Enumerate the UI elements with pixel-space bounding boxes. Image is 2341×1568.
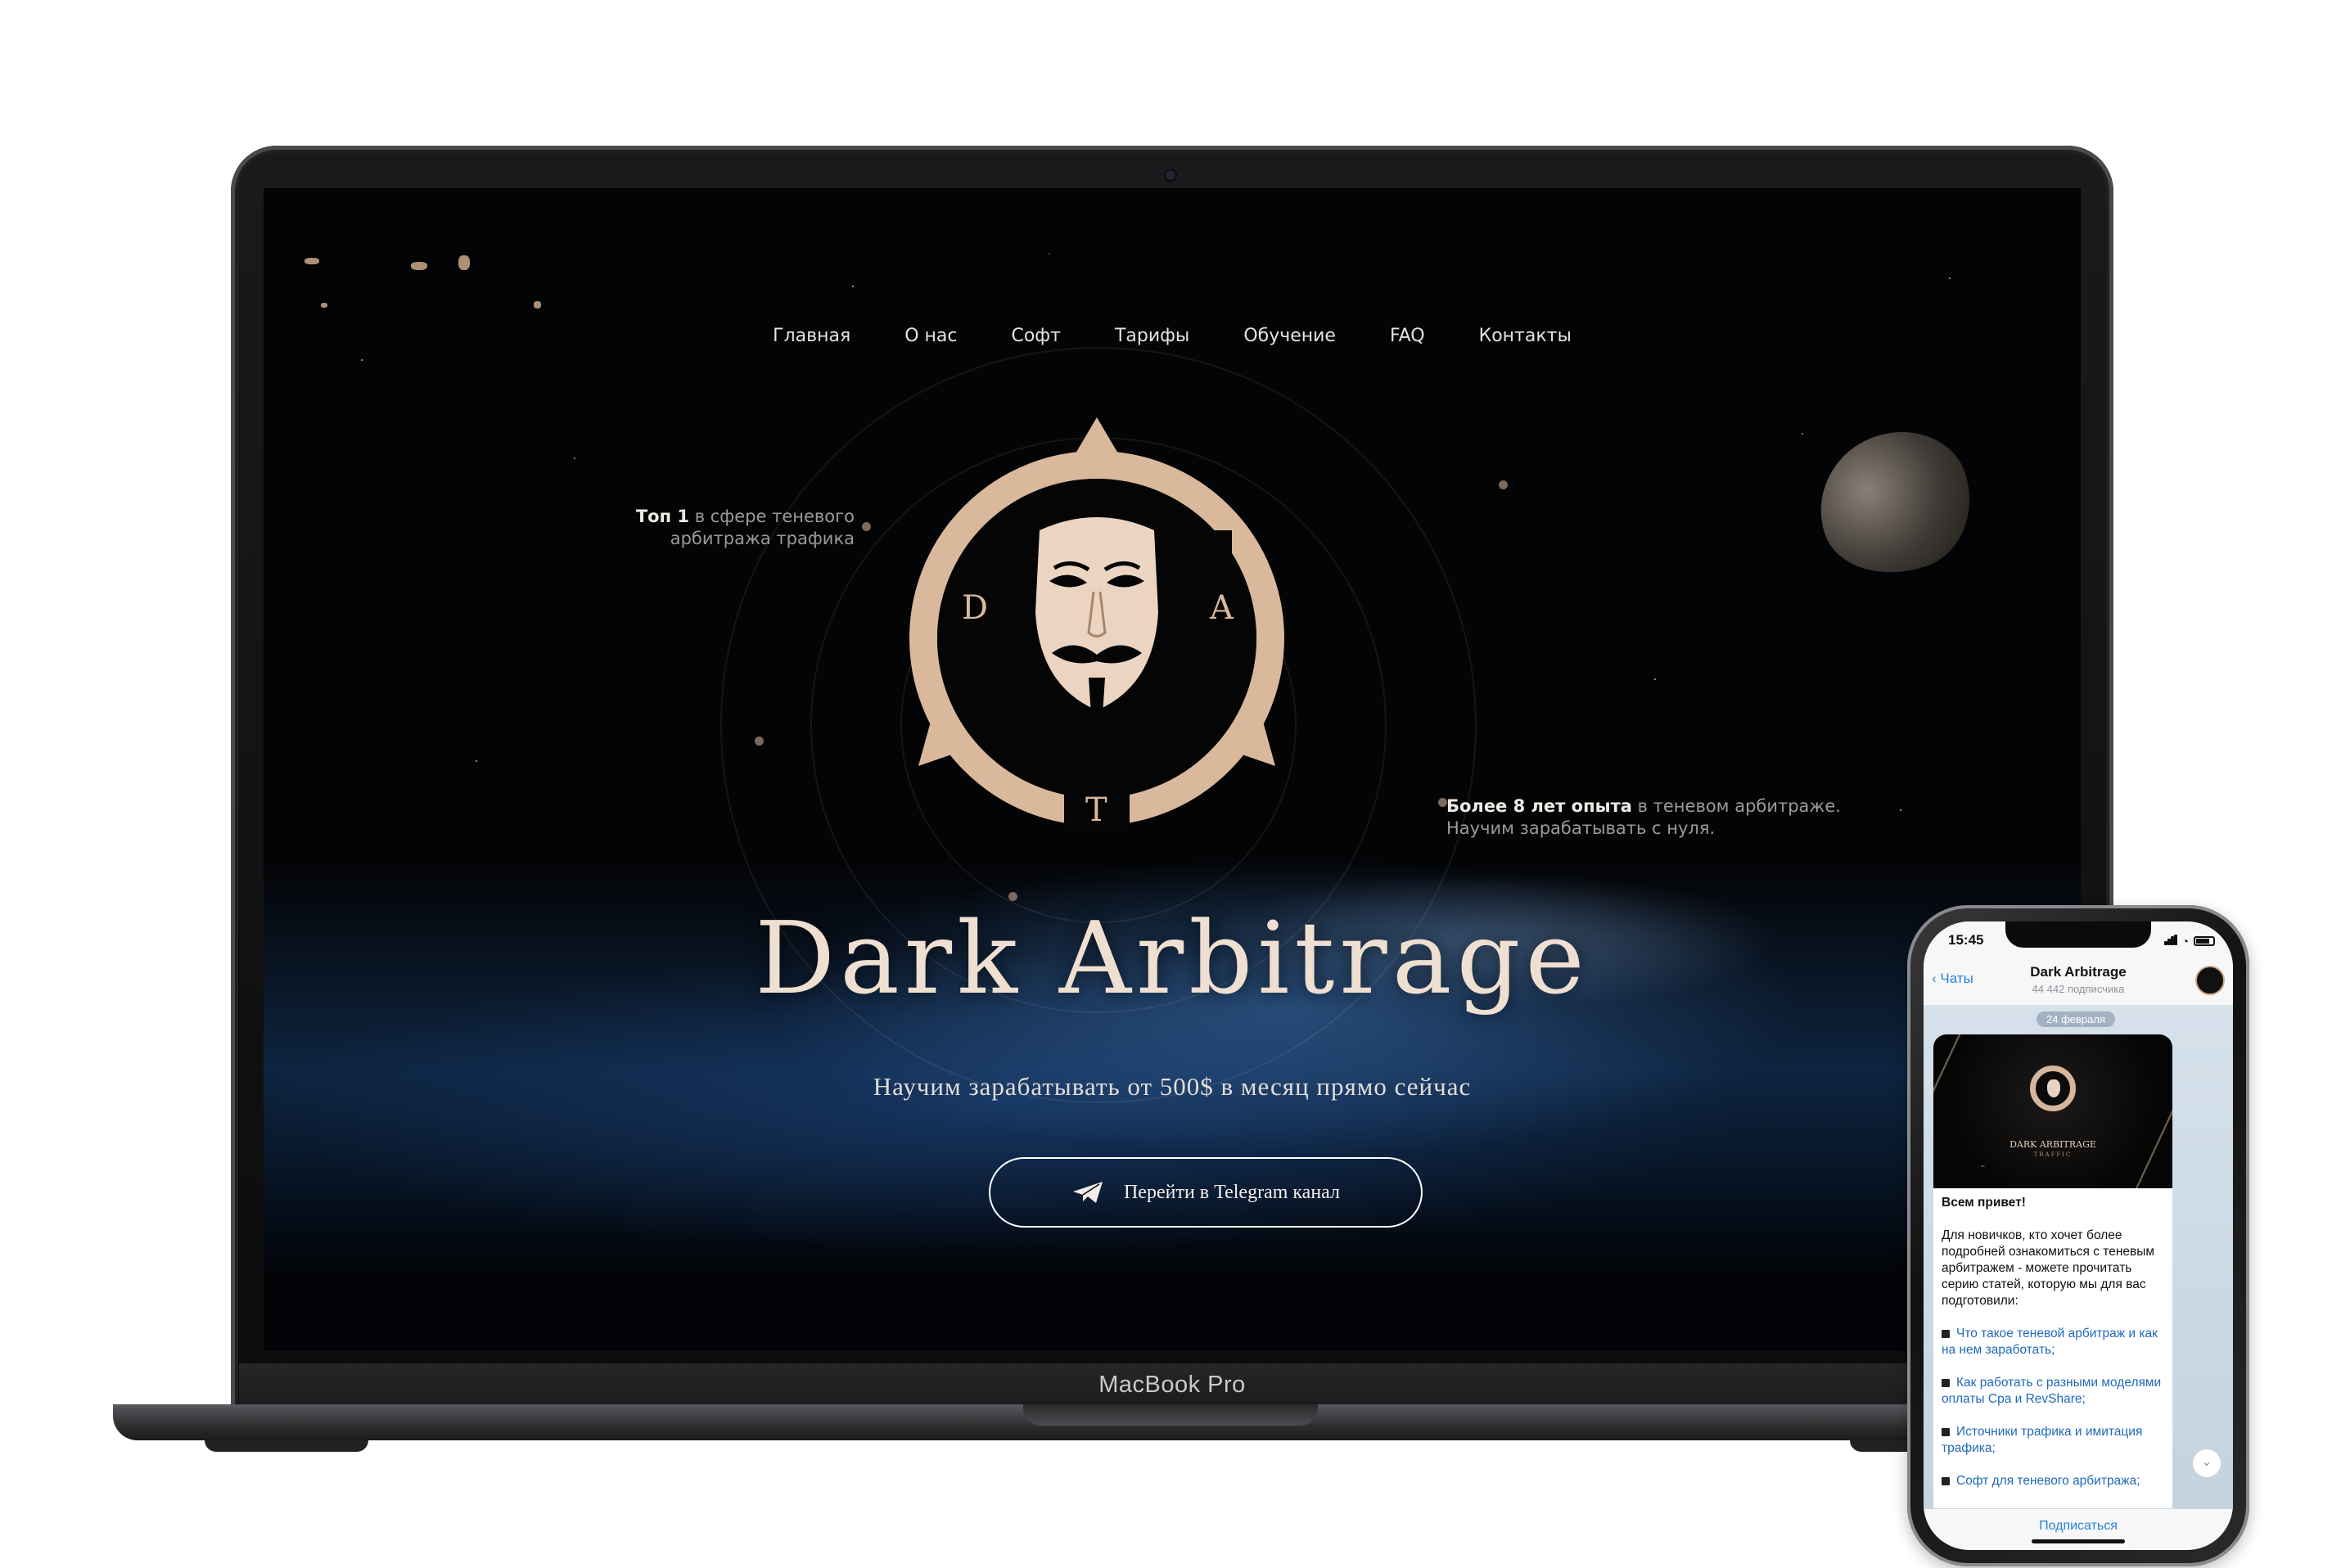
orbit-dot [862, 522, 871, 531]
laptop-lid: Главная О нас Софт Тарифы Обучение FAQ К… [231, 146, 2113, 1413]
telegram-plane-icon [1072, 1182, 1103, 1203]
preview-title: DARK ARBITRAGE [2009, 1139, 2096, 1150]
laptop-base [113, 1404, 2110, 1440]
hero-subtitle: Научим зарабатывать от 500$ в месяц прям… [873, 1072, 1472, 1101]
debris-decoration [458, 255, 470, 270]
article-link[interactable]: Как работать с разными моделями оплаты C… [1942, 1376, 2161, 1406]
hero-title: Dark Arbitrage [755, 900, 1590, 1016]
chat-area[interactable]: 24 февраля DARK ARBITRAGE TRAFFIC Всем п… [1924, 1005, 2233, 1542]
article-link[interactable]: Источники трафика и имитация трафика; [1942, 1425, 2142, 1455]
post-image[interactable]: DARK ARBITRAGE TRAFFIC [1933, 1034, 2172, 1188]
top1-blurb: Топ 1 в сфере теневого арбитража трафика [635, 507, 855, 548]
logo-letter-d: D [962, 589, 988, 627]
nav-pricing[interactable]: Тарифы [1115, 326, 1189, 346]
debris-decoration [411, 262, 427, 270]
channel-avatar[interactable] [2195, 966, 2225, 995]
orbit-dot [755, 737, 764, 746]
preview-tag: TRAFFIC [2033, 1151, 2073, 1158]
laptop-foot [205, 1440, 368, 1452]
battery-icon [2194, 936, 2215, 946]
phone-frame: 15:45 ◔ ‹ Чаты Dark Arbitrage 44 442 под… [1907, 905, 2249, 1566]
wifi-icon: ◔ [2181, 935, 2189, 948]
home-indicator [2032, 1539, 2125, 1543]
main-nav: Главная О нас Софт Тарифы Обучение FAQ К… [264, 326, 2081, 346]
nav-contacts[interactable]: Контакты [1479, 326, 1572, 346]
message-bubble: DARK ARBITRAGE TRAFFIC Всем привет! Для … [1933, 1034, 2172, 1542]
article-link[interactable]: Что такое теневой арбитраж и как на нем … [1942, 1327, 2158, 1357]
logo-top-spike [1076, 417, 1118, 453]
website-screen: Главная О нас Софт Тарифы Обучение FAQ К… [264, 188, 2081, 1350]
bullet-icon [1942, 1428, 1950, 1436]
message-text: Всем привет! Для новичков, кто хочет бол… [1933, 1188, 2172, 1512]
experience-blurb: Более 8 лет опыта в теневом арбитраже. Н… [1446, 796, 1841, 838]
phone-screen: 15:45 ◔ ‹ Чаты Dark Arbitrage 44 442 под… [1924, 921, 2233, 1550]
chat-header: ‹ Чаты Dark Arbitrage 44 442 подписчика [1924, 957, 2233, 1006]
status-time: 15:45 [1948, 932, 1984, 948]
debris-decoration [321, 303, 327, 308]
bullet-icon [1942, 1477, 1950, 1485]
orbit-dot [1499, 480, 1508, 489]
subscriber-count: 44 442 подписчика [2032, 983, 2125, 995]
telegram-cta-button[interactable]: Перейти в Telegram канал [989, 1157, 1423, 1228]
nav-training[interactable]: Обучение [1243, 326, 1336, 346]
subscribe-label: Подписаться [2039, 1519, 2118, 1533]
subscribe-button[interactable]: Подписаться [1924, 1508, 2233, 1550]
screen-chin: MacBook Pro [239, 1363, 2105, 1406]
article-link[interactable]: Софт для теневого арбитража; [1956, 1474, 2140, 1488]
bullet-icon [1942, 1330, 1950, 1338]
camera-icon [1166, 170, 1175, 180]
logo-letter-a: A [1209, 589, 1234, 627]
date-pill: 24 февраля [2037, 1012, 2115, 1027]
phone-notch [2005, 921, 2151, 948]
cta-label: Перейти в Telegram канал [1123, 1181, 1341, 1203]
nav-about[interactable]: О нас [904, 326, 957, 346]
nav-home[interactable]: Главная [773, 326, 850, 346]
scroll-down-icon[interactable]: ⌄ [2192, 1449, 2221, 1478]
debris-decoration [534, 301, 541, 309]
laptop-brand-label: MacBook Pro [1098, 1371, 1246, 1398]
channel-name: Dark Arbitrage [2030, 964, 2127, 980]
laptop-lip [1023, 1404, 1318, 1426]
signal-icon [2163, 933, 2177, 949]
nav-faq[interactable]: FAQ [1390, 326, 1425, 346]
mask-logo-icon [2030, 1066, 2076, 1111]
debris-decoration [304, 258, 319, 264]
status-icons: ◔ [2163, 933, 2215, 949]
greeting: Всем привет! [1942, 1196, 2026, 1210]
bullet-icon [1942, 1379, 1950, 1387]
dat-mask-logo: D A T [909, 417, 1284, 833]
nav-software[interactable]: Софт [1011, 326, 1060, 346]
logo-letter-t: T [1085, 791, 1107, 829]
intro-text: Для новичков, кто хочет более подробней … [1942, 1228, 2155, 1308]
